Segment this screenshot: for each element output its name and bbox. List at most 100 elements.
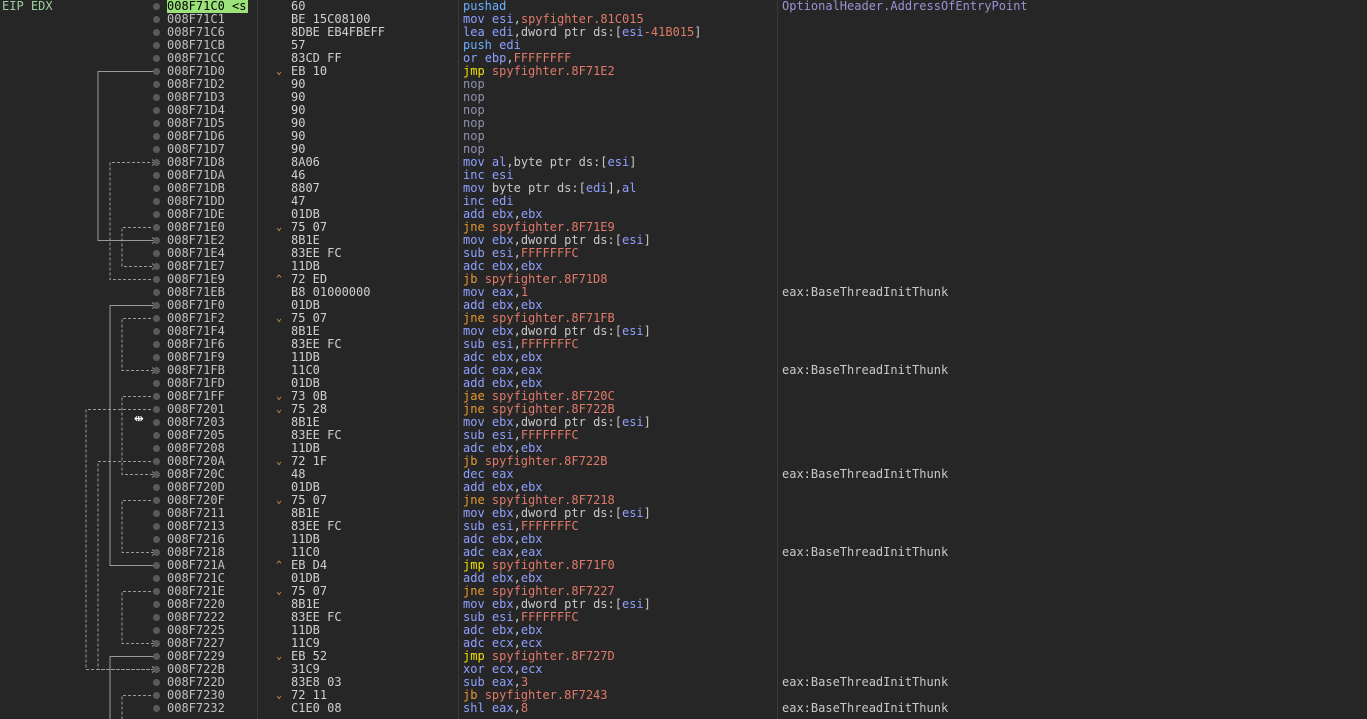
breakpoint-dot-icon[interactable] <box>153 640 160 647</box>
breakpoint-dot-icon[interactable] <box>153 172 160 179</box>
breakpoint-dot-icon[interactable] <box>153 55 160 62</box>
breakpoint-dot-icon[interactable] <box>153 185 160 192</box>
instruction-operand: eax <box>491 701 514 715</box>
instruction-operand: 1 <box>520 285 529 299</box>
breakpoint-dot-icon[interactable] <box>153 120 160 127</box>
instruction-operand: spyfighter.8F7227 <box>491 584 615 598</box>
instruction-mnemonic: mov <box>463 285 485 299</box>
instruction-mnemonic: add <box>463 571 485 585</box>
instruction-operand: ,byte ptr ds:[ <box>506 155 608 169</box>
breakpoint-dot-icon[interactable] <box>153 276 160 283</box>
instruction-operand: ,dword ptr ds:[ <box>513 597 622 611</box>
breakpoint-dot-icon[interactable] <box>153 523 160 530</box>
breakpoint-dot-icon[interactable] <box>153 29 160 36</box>
instruction-operand: , <box>513 519 521 533</box>
breakpoint-dot-icon[interactable] <box>153 536 160 543</box>
breakpoint-dot-icon[interactable] <box>153 107 160 114</box>
instruction-mnemonic: sub <box>463 428 485 442</box>
instruction-operand: eax <box>491 363 514 377</box>
instruction-mnemonic: jne <box>463 311 485 325</box>
instruction-mnemonic: add <box>463 298 485 312</box>
row-comment: eax:BaseThreadInitThunk <box>782 545 949 559</box>
breakpoint-dot-icon[interactable] <box>153 562 160 569</box>
instruction-mnemonic: mov <box>463 597 485 611</box>
breakpoint-dot-icon[interactable] <box>153 367 160 374</box>
breakpoint-dot-icon[interactable] <box>153 588 160 595</box>
instruction-operand: spyfighter.8F71FB <box>491 311 615 325</box>
jump-down-arrow-icon: ⌄ <box>276 651 283 662</box>
instruction-operand: eax <box>491 675 514 689</box>
breakpoint-dot-icon[interactable] <box>153 510 160 517</box>
jump-down-arrow-icon: ⌄ <box>276 456 283 467</box>
breakpoint-dot-icon[interactable] <box>153 81 160 88</box>
row-instruction: jmp spyfighter.8F71E2 <box>463 65 615 78</box>
instruction-operand: spyfighter.81C015 <box>520 12 644 26</box>
instruction-operand: , <box>513 532 521 546</box>
breakpoint-dot-icon[interactable] <box>153 354 160 361</box>
breakpoint-dot-icon[interactable] <box>153 497 160 504</box>
instruction-mnemonic: nop <box>463 116 485 130</box>
instruction-operand: , <box>513 363 521 377</box>
breakpoint-dot-icon[interactable] <box>153 380 160 387</box>
breakpoint-dot-icon[interactable] <box>153 627 160 634</box>
disassembly-view[interactable]: EIP EDX 008F71C0 <s 60 pushad OptionalHeade… <box>0 0 1367 719</box>
breakpoint-dot-icon[interactable] <box>153 302 160 309</box>
breakpoint-dot-icon[interactable] <box>153 432 160 439</box>
breakpoint-dot-icon[interactable] <box>153 692 160 699</box>
breakpoint-dot-icon[interactable] <box>153 679 160 686</box>
breakpoint-dot-icon[interactable] <box>153 614 160 621</box>
instruction-operand: ebx <box>491 415 514 429</box>
instruction-mnemonic: mov <box>463 324 485 338</box>
row-comment: eax:BaseThreadInitThunk <box>782 363 949 377</box>
breakpoint-dot-icon[interactable] <box>153 42 160 49</box>
row-comment: eax:BaseThreadInitThunk <box>782 701 949 715</box>
instruction-operand: , <box>513 623 521 637</box>
breakpoint-dot-icon[interactable] <box>153 419 160 426</box>
breakpoint-dot-icon[interactable] <box>153 445 160 452</box>
breakpoint-dot-icon[interactable] <box>153 484 160 491</box>
breakpoint-dot-icon[interactable] <box>153 146 160 153</box>
instruction-mnemonic: shl <box>463 701 485 715</box>
breakpoint-dot-icon[interactable] <box>153 406 160 413</box>
instruction-mnemonic: nop <box>463 77 485 91</box>
row-bytes: 8DBE EB4FBEFF <box>291 25 385 39</box>
instruction-operand: byte ptr ds:[ <box>491 181 586 195</box>
breakpoint-dot-icon[interactable] <box>153 133 160 140</box>
instruction-operand: ebx <box>520 532 543 546</box>
breakpoint-dot-icon[interactable] <box>153 94 160 101</box>
instruction-operand: esi <box>621 324 644 338</box>
breakpoint-dot-icon[interactable] <box>153 705 160 712</box>
breakpoint-dot-icon[interactable] <box>153 211 160 218</box>
breakpoint-dot-icon[interactable] <box>153 237 160 244</box>
breakpoint-dot-icon[interactable] <box>153 458 160 465</box>
breakpoint-dot-icon[interactable] <box>153 159 160 166</box>
instruction-mnemonic: adc <box>463 636 485 650</box>
breakpoint-dot-icon[interactable] <box>153 328 160 335</box>
breakpoint-dot-icon[interactable] <box>153 68 160 75</box>
instruction-mnemonic: sub <box>463 337 485 351</box>
disasm-row[interactable]: 008F7232 C1E0 08 shl eax,8 eax:BaseThreadIn… <box>0 702 1367 715</box>
instruction-operand: eax <box>491 285 514 299</box>
breakpoint-dot-icon[interactable] <box>153 250 160 257</box>
breakpoint-dot-icon[interactable] <box>153 341 160 348</box>
breakpoint-dot-icon[interactable] <box>153 263 160 270</box>
breakpoint-dot-icon[interactable] <box>153 666 160 673</box>
breakpoint-dot-icon[interactable] <box>153 16 160 23</box>
breakpoint-dot-icon[interactable] <box>153 315 160 322</box>
breakpoint-dot-icon[interactable] <box>153 198 160 205</box>
breakpoint-dot-icon[interactable] <box>153 3 160 10</box>
instruction-operand: , <box>513 545 521 559</box>
breakpoint-dot-icon[interactable] <box>153 393 160 400</box>
instruction-operand: ,dword ptr ds:[ <box>513 415 622 429</box>
instruction-mnemonic: adc <box>463 532 485 546</box>
breakpoint-dot-icon[interactable] <box>153 601 160 608</box>
breakpoint-dot-icon[interactable] <box>153 549 160 556</box>
instruction-operand: , <box>513 350 521 364</box>
breakpoint-dot-icon[interactable] <box>153 575 160 582</box>
breakpoint-dot-icon[interactable] <box>153 471 160 478</box>
breakpoint-dot-icon[interactable] <box>153 289 160 296</box>
instruction-mnemonic: jmp <box>463 558 485 572</box>
breakpoint-dot-icon[interactable] <box>153 653 160 660</box>
breakpoint-dot-icon[interactable] <box>153 224 160 231</box>
instruction-operand: ebx <box>491 571 514 585</box>
